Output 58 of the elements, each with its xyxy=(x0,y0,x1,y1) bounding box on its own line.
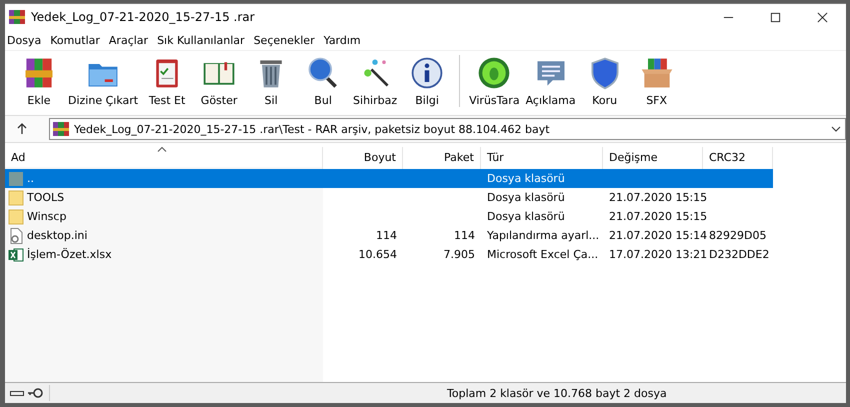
window-title: Yedek_Log_07-21-2020_15-27-15 .rar xyxy=(31,10,256,24)
table-cell: Dosya klasörü xyxy=(487,210,565,223)
toolbar-button[interactable]: Koru xyxy=(578,55,631,107)
toolbar-button[interactable]: Bul xyxy=(297,55,350,107)
file-row[interactable]: .. Dosya klasörü xyxy=(5,169,773,188)
drive-icon xyxy=(9,388,25,398)
spreadsheet-icon xyxy=(8,246,24,262)
file-name: TOOLS xyxy=(27,191,64,204)
sort-icon xyxy=(157,147,167,152)
menu-item[interactable]: Seçenekler xyxy=(254,34,315,46)
table-cell: 82929D05 xyxy=(709,229,766,242)
toolbar-button[interactable]: Ekle xyxy=(13,55,65,107)
table-cell: 10.654 xyxy=(358,248,397,261)
toolbar-button[interactable]: Sil xyxy=(245,55,298,107)
archive-icon xyxy=(53,121,69,137)
table-cell: 21.07.2020 15:15 xyxy=(609,210,708,223)
address-field[interactable]: Yedek_Log_07-21-2020_15-27-15 .rar\Test - RAR arşiv, paketsiz boyut 88.104.462 bayt xyxy=(49,118,846,140)
menu-item[interactable]: Dosya xyxy=(7,34,42,46)
status-text: Toplam 2 klasör ve 10.768 bayt 2 dosya xyxy=(447,386,667,400)
file-name: İşlem-Özet.xlsx xyxy=(27,248,112,261)
table-cell: 7.905 xyxy=(444,248,475,261)
folder-icon xyxy=(8,190,24,206)
key-icon xyxy=(27,388,43,398)
table-cell: Dosya klasörü xyxy=(487,191,565,204)
file-name: Winscp xyxy=(27,210,66,223)
toolbar-button[interactable]: VirüsTara xyxy=(466,55,523,107)
toolbar-button[interactable]: Sihirbaz xyxy=(349,55,402,107)
toolbar-button[interactable]: SFX xyxy=(630,55,683,107)
dropdown-icon[interactable] xyxy=(831,126,841,132)
file-name: desktop.ini xyxy=(27,229,88,242)
table-cell: 114 xyxy=(454,229,475,242)
file-row[interactable]: TOOLS Dosya klasörü 21.07.2020 15:15 xyxy=(5,188,773,207)
toolbar-button[interactable]: Göster xyxy=(193,55,246,107)
menu-item[interactable]: Yardım xyxy=(324,34,361,46)
toolbar-button[interactable]: Dizine Çıkart xyxy=(65,55,142,107)
table-cell: 21.07.2020 15:15 xyxy=(609,191,708,204)
table-cell: 21.07.2020 15:14 xyxy=(609,229,708,242)
toolbar-button[interactable]: Açıklama xyxy=(522,55,579,107)
table-cell: Yapılandırma ayarl... xyxy=(487,229,600,242)
file-row[interactable]: desktop.ini 114 114 Yapılandırma ayarl... 21.07.2020 15:14 82929D05 xyxy=(5,226,773,245)
parent-folder-icon xyxy=(8,170,24,186)
menu-item[interactable]: Komutlar xyxy=(50,34,100,46)
menu-item[interactable]: Araçlar xyxy=(108,34,148,46)
folder-icon xyxy=(8,208,24,224)
table-cell: 17.07.2020 13:21 xyxy=(609,248,708,261)
table-cell: Microsoft Excel Ça... xyxy=(487,248,598,261)
file-name: .. xyxy=(27,172,34,185)
table-cell: Dosya klasörü xyxy=(487,172,565,185)
settings-file-icon xyxy=(8,228,24,244)
file-row[interactable]: İşlem-Özet.xlsx 10.654 7.905 Microsoft Excel Ça... 17.07.2020 13:21 D232DDE2 xyxy=(5,245,773,264)
table-cell: 114 xyxy=(376,229,397,242)
table-cell: D232DDE2 xyxy=(709,248,770,261)
menu-item[interactable]: Sık Kullanılanlar xyxy=(157,34,245,46)
toolbar-button[interactable]: Test Et xyxy=(141,55,194,107)
file-row[interactable]: Winscp Dosya klasörü 21.07.2020 15:15 xyxy=(5,207,773,226)
toolbar-button[interactable]: Bilgi xyxy=(401,55,454,107)
info-icon xyxy=(409,55,446,91)
app-icon xyxy=(9,9,25,25)
